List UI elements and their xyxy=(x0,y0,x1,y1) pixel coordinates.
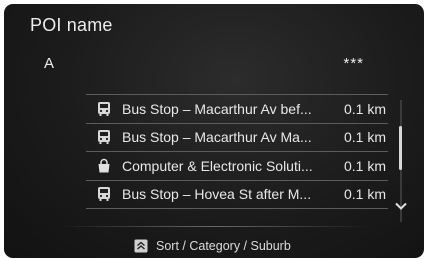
poi-name: Bus Stop – Macarthur Av bef... xyxy=(122,100,312,117)
search-input[interactable]: A *** xyxy=(44,55,364,77)
poi-result-row[interactable]: Bus Stop – Macarthur Av Ma... 0.1 km xyxy=(86,122,388,152)
poi-distance: 0.1 km xyxy=(343,100,386,117)
poi-distance: 0.1 km xyxy=(343,129,386,146)
scrollbar-thumb[interactable] xyxy=(399,126,402,170)
poi-name: Bus Stop – Hovea St after M... xyxy=(122,186,312,203)
sort-options-icon xyxy=(134,239,148,253)
poi-result-row[interactable]: Computer & Electronic Soluti... 0.1 km xyxy=(86,151,388,180)
sort-category-suburb-button[interactable]: Sort / Category / Suburb xyxy=(134,236,291,256)
divider xyxy=(59,226,369,227)
bus-stop-icon xyxy=(95,185,113,203)
shopping-bag-icon xyxy=(95,157,113,175)
poi-name: Bus Stop – Macarthur Av Ma... xyxy=(122,129,312,146)
page-title: POI name xyxy=(30,15,113,35)
bus-stop-icon xyxy=(95,100,113,118)
poi-result-row[interactable]: Bus Stop – Macarthur Av bef... 0.1 km xyxy=(86,94,388,123)
sort-label: Sort / Category / Suburb xyxy=(156,239,291,253)
poi-result-row[interactable]: Bus Stop – Hovea St after M... 0.1 km xyxy=(86,179,388,209)
navigation-screen: POI name A *** Bus Stop – Macarthur Av b… xyxy=(4,4,424,258)
poi-result-list: Bus Stop – Macarthur Av bef... 0.1 km Bu… xyxy=(86,94,388,209)
typed-text: A xyxy=(44,55,55,72)
poi-distance: 0.1 km xyxy=(343,157,386,174)
poi-distance: 0.1 km xyxy=(343,186,386,203)
scroll-down-icon[interactable] xyxy=(394,199,408,213)
poi-name: Computer & Electronic Soluti... xyxy=(122,157,313,174)
bus-stop-icon xyxy=(95,128,113,146)
masked-text: *** xyxy=(343,55,364,72)
